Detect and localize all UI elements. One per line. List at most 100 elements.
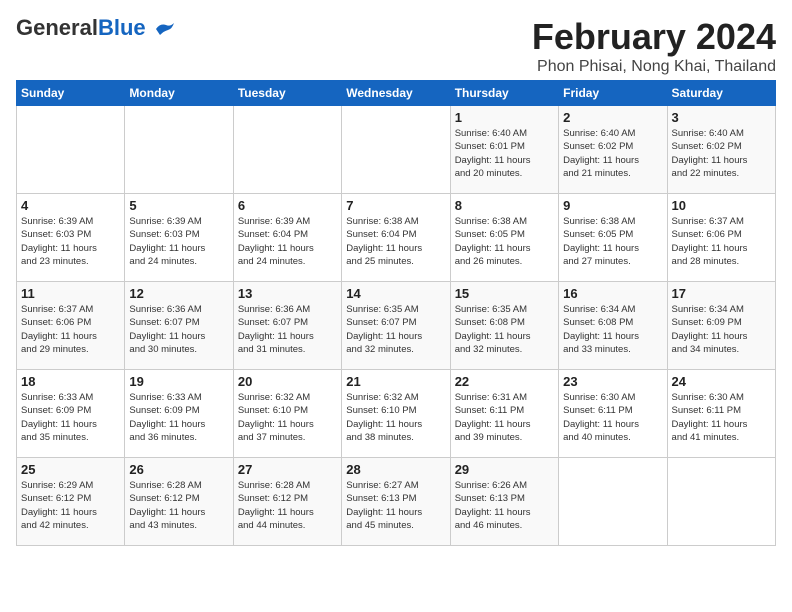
day-info: Sunrise: 6:36 AM Sunset: 6:07 PM Dayligh… <box>129 303 228 356</box>
calendar-cell <box>667 458 775 546</box>
logo-blue-text: Blue <box>98 15 146 40</box>
day-header-friday: Friday <box>559 81 667 106</box>
calendar-cell: 9 Sunrise: 6:38 AM Sunset: 6:05 PM Daylig… <box>559 194 667 282</box>
calendar-cell: 6 Sunrise: 6:39 AM Sunset: 6:04 PM Daylig… <box>233 194 341 282</box>
calendar-cell: 19 Sunrise: 6:33 AM Sunset: 6:09 PM Dayli… <box>125 370 233 458</box>
calendar-table: SundayMondayTuesdayWednesdayThursdayFrid… <box>16 80 776 546</box>
day-number: 21 <box>346 374 445 389</box>
calendar-week-row: 25 Sunrise: 6:29 AM Sunset: 6:12 PM Dayli… <box>17 458 776 546</box>
day-number: 12 <box>129 286 228 301</box>
day-number: 25 <box>21 462 120 477</box>
calendar-week-row: 18 Sunrise: 6:33 AM Sunset: 6:09 PM Dayli… <box>17 370 776 458</box>
day-info: Sunrise: 6:39 AM Sunset: 6:03 PM Dayligh… <box>129 215 228 268</box>
day-info: Sunrise: 6:37 AM Sunset: 6:06 PM Dayligh… <box>21 303 120 356</box>
day-info: Sunrise: 6:38 AM Sunset: 6:05 PM Dayligh… <box>455 215 554 268</box>
calendar-cell <box>17 106 125 194</box>
day-info: Sunrise: 6:34 AM Sunset: 6:09 PM Dayligh… <box>672 303 771 356</box>
day-info: Sunrise: 6:32 AM Sunset: 6:10 PM Dayligh… <box>238 391 337 444</box>
month-title: February 2024 <box>532 16 776 58</box>
day-header-saturday: Saturday <box>667 81 775 106</box>
day-info: Sunrise: 6:27 AM Sunset: 6:13 PM Dayligh… <box>346 479 445 532</box>
day-number: 26 <box>129 462 228 477</box>
day-number: 15 <box>455 286 554 301</box>
calendar-cell: 5Sunrise: 6:39 AM Sunset: 6:03 PM Daylig… <box>125 194 233 282</box>
day-info: Sunrise: 6:40 AM Sunset: 6:02 PM Dayligh… <box>672 127 771 180</box>
day-header-tuesday: Tuesday <box>233 81 341 106</box>
day-info: Sunrise: 6:28 AM Sunset: 6:12 PM Dayligh… <box>129 479 228 532</box>
day-number: 22 <box>455 374 554 389</box>
calendar-cell: 25 Sunrise: 6:29 AM Sunset: 6:12 PM Dayli… <box>17 458 125 546</box>
day-info: Sunrise: 6:33 AM Sunset: 6:09 PM Dayligh… <box>129 391 228 444</box>
day-number: 28 <box>346 462 445 477</box>
day-number: 23 <box>563 374 662 389</box>
day-info: Sunrise: 6:29 AM Sunset: 6:12 PM Dayligh… <box>21 479 120 532</box>
calendar-cell <box>125 106 233 194</box>
day-info: Sunrise: 6:39 AM Sunset: 6:03 PM Dayligh… <box>21 215 120 268</box>
day-info: Sunrise: 6:36 AM Sunset: 6:07 PM Dayligh… <box>238 303 337 356</box>
day-info: Sunrise: 6:28 AM Sunset: 6:12 PM Dayligh… <box>238 479 337 532</box>
day-number: 1 <box>455 110 554 125</box>
day-info: Sunrise: 6:37 AM Sunset: 6:06 PM Dayligh… <box>672 215 771 268</box>
logo-bird-icon <box>154 21 176 37</box>
calendar-cell: 3Sunrise: 6:40 AM Sunset: 6:02 PM Daylig… <box>667 106 775 194</box>
day-number: 20 <box>238 374 337 389</box>
calendar-cell: 12 Sunrise: 6:36 AM Sunset: 6:07 PM Dayli… <box>125 282 233 370</box>
calendar-cell: 7 Sunrise: 6:38 AM Sunset: 6:04 PM Daylig… <box>342 194 450 282</box>
day-info: Sunrise: 6:33 AM Sunset: 6:09 PM Dayligh… <box>21 391 120 444</box>
location-title: Phon Phisai, Nong Khai, Thailand <box>532 58 776 76</box>
day-info: Sunrise: 6:31 AM Sunset: 6:11 PM Dayligh… <box>455 391 554 444</box>
calendar-cell: 23 Sunrise: 6:30 AM Sunset: 6:11 PM Dayli… <box>559 370 667 458</box>
calendar-cell: 1 Sunrise: 6:40 AM Sunset: 6:01 PM Daylig… <box>450 106 558 194</box>
calendar-cell: 20 Sunrise: 6:32 AM Sunset: 6:10 PM Dayli… <box>233 370 341 458</box>
day-info: Sunrise: 6:35 AM Sunset: 6:07 PM Dayligh… <box>346 303 445 356</box>
calendar-cell <box>342 106 450 194</box>
calendar-week-row: 4 Sunrise: 6:39 AM Sunset: 6:03 PM Daylig… <box>17 194 776 282</box>
calendar-cell: 2 Sunrise: 6:40 AM Sunset: 6:02 PM Daylig… <box>559 106 667 194</box>
calendar-cell: 8 Sunrise: 6:38 AM Sunset: 6:05 PM Daylig… <box>450 194 558 282</box>
day-info: Sunrise: 6:40 AM Sunset: 6:02 PM Dayligh… <box>563 127 662 180</box>
day-number: 8 <box>455 198 554 213</box>
calendar-cell: 18 Sunrise: 6:33 AM Sunset: 6:09 PM Dayli… <box>17 370 125 458</box>
day-info: Sunrise: 6:30 AM Sunset: 6:11 PM Dayligh… <box>672 391 771 444</box>
day-number: 16 <box>563 286 662 301</box>
day-info: Sunrise: 6:38 AM Sunset: 6:05 PM Dayligh… <box>563 215 662 268</box>
title-area: February 2024 Phon Phisai, Nong Khai, Th… <box>532 16 776 76</box>
day-info: Sunrise: 6:38 AM Sunset: 6:04 PM Dayligh… <box>346 215 445 268</box>
calendar-cell: 4 Sunrise: 6:39 AM Sunset: 6:03 PM Daylig… <box>17 194 125 282</box>
day-header-monday: Monday <box>125 81 233 106</box>
calendar-cell: 26 Sunrise: 6:28 AM Sunset: 6:12 PM Dayli… <box>125 458 233 546</box>
day-header-thursday: Thursday <box>450 81 558 106</box>
day-number: 2 <box>563 110 662 125</box>
page-header: GeneralBlue February 2024 Phon Phisai, N… <box>16 16 776 76</box>
calendar-cell <box>559 458 667 546</box>
day-number: 10 <box>672 198 771 213</box>
calendar-cell: 11 Sunrise: 6:37 AM Sunset: 6:06 PM Dayli… <box>17 282 125 370</box>
calendar-cell <box>233 106 341 194</box>
calendar-cell: 15Sunrise: 6:35 AM Sunset: 6:08 PM Dayli… <box>450 282 558 370</box>
calendar-cell: 22 Sunrise: 6:31 AM Sunset: 6:11 PM Dayli… <box>450 370 558 458</box>
day-number: 18 <box>21 374 120 389</box>
calendar-cell: 14 Sunrise: 6:35 AM Sunset: 6:07 PM Dayli… <box>342 282 450 370</box>
calendar-week-row: 1 Sunrise: 6:40 AM Sunset: 6:01 PM Daylig… <box>17 106 776 194</box>
day-info: Sunrise: 6:30 AM Sunset: 6:11 PM Dayligh… <box>563 391 662 444</box>
calendar-cell: 13Sunrise: 6:36 AM Sunset: 6:07 PM Dayli… <box>233 282 341 370</box>
calendar-week-row: 11 Sunrise: 6:37 AM Sunset: 6:06 PM Dayli… <box>17 282 776 370</box>
day-number: 14 <box>346 286 445 301</box>
calendar-header-row: SundayMondayTuesdayWednesdayThursdayFrid… <box>17 81 776 106</box>
calendar-cell: 24 Sunrise: 6:30 AM Sunset: 6:11 PM Dayli… <box>667 370 775 458</box>
calendar-cell: 10 Sunrise: 6:37 AM Sunset: 6:06 PM Dayli… <box>667 194 775 282</box>
calendar-cell: 17 Sunrise: 6:34 AM Sunset: 6:09 PM Dayli… <box>667 282 775 370</box>
day-number: 6 <box>238 198 337 213</box>
day-number: 9 <box>563 198 662 213</box>
calendar-cell: 28 Sunrise: 6:27 AM Sunset: 6:13 PM Dayli… <box>342 458 450 546</box>
day-number: 7 <box>346 198 445 213</box>
day-number: 24 <box>672 374 771 389</box>
day-info: Sunrise: 6:26 AM Sunset: 6:13 PM Dayligh… <box>455 479 554 532</box>
calendar-cell: 27Sunrise: 6:28 AM Sunset: 6:12 PM Dayli… <box>233 458 341 546</box>
day-number: 19 <box>129 374 228 389</box>
day-info: Sunrise: 6:39 AM Sunset: 6:04 PM Dayligh… <box>238 215 337 268</box>
day-info: Sunrise: 6:40 AM Sunset: 6:01 PM Dayligh… <box>455 127 554 180</box>
day-number: 17 <box>672 286 771 301</box>
day-number: 4 <box>21 198 120 213</box>
day-number: 11 <box>21 286 120 301</box>
